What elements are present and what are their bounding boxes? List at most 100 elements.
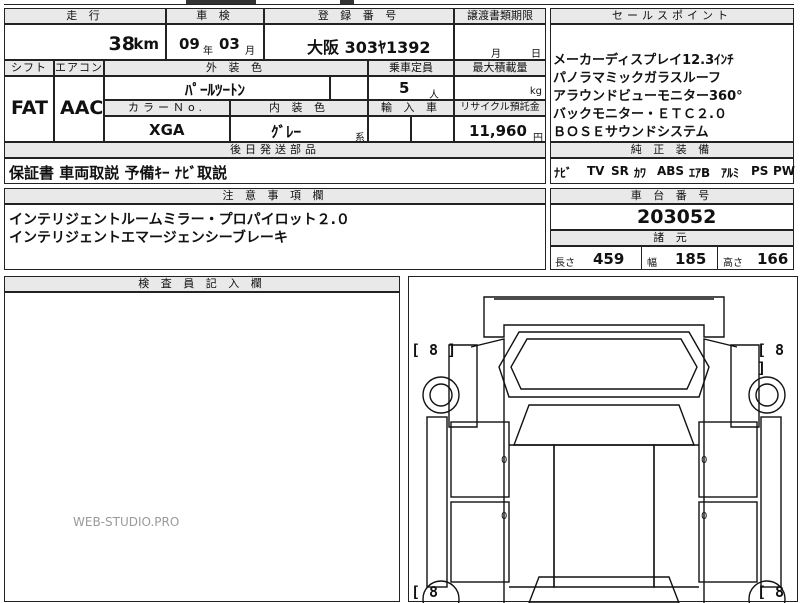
transfer-month-unit: 月: [491, 49, 501, 60]
mileage-unit: km: [133, 35, 159, 53]
chassis-cell: 203052: [550, 204, 794, 230]
windshield-outline: [498, 331, 710, 398]
exterior-value: ﾊﾟｰﾙﾂｰﾄﾝ: [185, 81, 246, 99]
inspector-box: WEB-STUDIO.PRO: [4, 292, 400, 602]
interior-header: 内 装 色: [230, 100, 368, 116]
rear-tailgate: [528, 576, 680, 603]
car-diagram-box: [ 8 ] [ 8 ] [ 8 [ 8 0 0 0 0: [408, 276, 798, 603]
color-no-header: カラーＮo.: [104, 100, 230, 116]
capacity-header: 乗車定員: [368, 60, 454, 76]
docs-header: 後日発送部品: [4, 142, 546, 158]
max-load-cell: kg: [454, 76, 546, 100]
capacity-cell: 5 人: [368, 76, 454, 101]
specs-header: 諸 元: [550, 230, 794, 246]
registration-value: 大阪 303ﾔ1392: [307, 38, 431, 57]
spec-length-value: 459: [593, 250, 625, 268]
door-mark-right-front: 0: [701, 455, 708, 466]
inspection-header: 車 検: [166, 8, 264, 24]
inspection-cell: 09 年 03 月: [166, 24, 264, 60]
left-side-strip: [426, 416, 448, 588]
top-cutoff-ink-2: [340, 0, 354, 4]
inspection-year-unit: 年: [203, 46, 213, 57]
exterior-cell: ﾊﾟｰﾙﾂｰﾄﾝ: [104, 76, 330, 100]
cabin-right-pillar: [653, 444, 699, 588]
shift-header: シフト: [4, 60, 54, 76]
door-mark-right-rear: 0: [701, 511, 708, 522]
equipment-item: ｱﾙﾐ: [721, 166, 740, 180]
max-load-header: 最大積載量: [454, 60, 546, 76]
import-header: 輸 入 車: [368, 100, 454, 116]
sales-point-line: ＢＯＳＥサウンドシステム: [553, 125, 709, 140]
equipment-item: ABS: [657, 164, 685, 178]
interior-cell: ｸﾞﾚｰ 系: [230, 116, 368, 144]
import-cell-2: [411, 116, 454, 142]
equipment-item: PS: [751, 164, 769, 178]
max-load-unit: kg: [529, 86, 542, 97]
spec-width-value: 185: [675, 250, 707, 268]
shift-value: FAT: [11, 97, 48, 119]
sales-point-line: バックモニター・ＥＴＣ２.０: [553, 107, 727, 122]
top-cutoff-ink: [186, 0, 256, 4]
docs-value: 保証書 車両取説 予備ｷｰ ﾅﾋﾞ取説: [9, 164, 228, 182]
docs-cell: 保証書 車両取説 予備ｷｰ ﾅﾋﾞ取説: [4, 158, 546, 184]
right-rear-door: [698, 501, 758, 583]
ac-cell: AAC: [54, 76, 104, 142]
transfer-day-unit: 日: [531, 49, 541, 60]
cabin-left-pillar: [509, 444, 555, 588]
sales-point-line: アラウンドビューモニター360°: [553, 89, 743, 104]
ac-header: エアコン: [54, 60, 104, 76]
chassis-header: 車 台 番 号: [550, 188, 794, 204]
sales-points-box: メーカーディスプレイ12.3ｲﾝﾁ パノラマミックガラスルーフ アラウンドビュー…: [550, 24, 794, 142]
tire-right-bottom-mark: [ 8: [757, 583, 785, 601]
exterior-extra-cell: [330, 76, 368, 100]
color-no-value: XGA: [149, 121, 185, 139]
sales-points-header: セールスポイント: [550, 8, 794, 24]
watermark: WEB-STUDIO.PRO: [73, 515, 180, 529]
right-front-door: [698, 421, 758, 498]
right-side-strip: [760, 416, 782, 588]
equipment-header: 純 正 装 備: [550, 142, 794, 158]
spec-width-label: 幅: [647, 258, 657, 269]
equipment-item: ｴｱB: [689, 166, 711, 180]
roof-outline: [512, 404, 696, 446]
shift-cell: FAT: [4, 76, 54, 142]
registration-header: 登 録 番 号: [264, 8, 454, 24]
capacity-unit: 人: [429, 90, 439, 101]
specs-cell: 長さ 459 幅 185 高さ 166: [550, 246, 794, 270]
recycle-value: 11,960: [469, 122, 527, 140]
tire-left-top-mark: [ 8 ]: [411, 341, 457, 359]
left-body-line: [470, 338, 505, 603]
capacity-value: 5: [399, 79, 410, 97]
left-front-wheel: [422, 376, 460, 414]
inspection-month: 03: [219, 35, 240, 53]
chassis-value: 203052: [637, 206, 717, 228]
interior-value: ｸﾞﾚｰ: [271, 123, 302, 141]
equipment-item: PW: [773, 164, 796, 178]
door-mark-left-front: 0: [501, 455, 508, 466]
spec-height-label: 高さ: [723, 258, 743, 269]
inspection-month-unit: 月: [245, 46, 255, 57]
notes-line: インテリジェントエマージェンシーブレーキ: [9, 230, 288, 246]
tire-left-bottom-mark: [ 8: [411, 583, 439, 601]
mileage-value: 38: [108, 33, 135, 55]
transfer-cell: 月 日: [454, 24, 546, 60]
spec-height-value: 166: [757, 250, 789, 268]
right-front-wheel: [748, 376, 786, 414]
right-body-line: [703, 338, 738, 603]
equipment-item: ｶﾜ: [634, 166, 647, 180]
transfer-header: 譲渡書類期限: [454, 8, 546, 24]
top-cutoff-strip: [4, 0, 794, 5]
equipment-cell: ﾅﾋﾞ TV SR ｶﾜ ABS ｴｱB ｱﾙﾐ PS PW: [550, 158, 796, 184]
notes-cell: インテリジェントルームミラー・プロパイロット２.０ インテリジェントエマージェン…: [4, 204, 546, 270]
tire-right-top-mark: [ 8 ]: [757, 341, 785, 377]
front-bumper-outline: [483, 296, 725, 338]
cabin-center: [553, 444, 655, 588]
upper-body-outline-right: [730, 344, 760, 428]
equipment-item: SR: [611, 164, 629, 178]
equipment-item: TV: [587, 164, 605, 178]
spec-length-label: 長さ: [555, 258, 575, 269]
ac-value: AAC: [60, 97, 104, 119]
door-mark-left-rear: 0: [501, 511, 508, 522]
specs-divider: [717, 247, 718, 269]
car-diagram: [422, 296, 786, 603]
